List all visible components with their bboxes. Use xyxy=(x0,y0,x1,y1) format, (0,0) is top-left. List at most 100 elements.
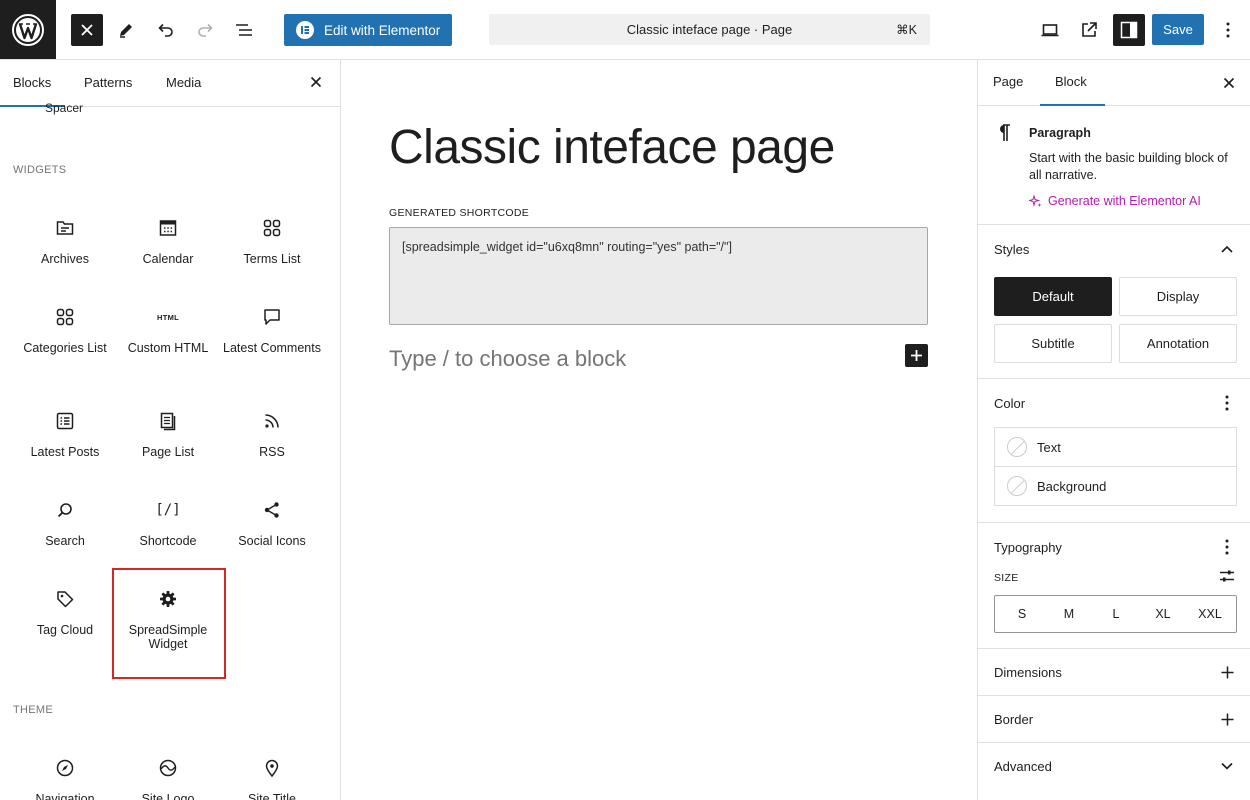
block-item-site-title[interactable]: Site Title xyxy=(220,756,324,800)
block-item-label: Shortcode xyxy=(139,534,197,548)
close-sidebar-button[interactable] xyxy=(1217,71,1241,95)
redo-button[interactable] xyxy=(189,14,221,46)
more-vertical-icon xyxy=(1225,539,1229,555)
block-item-archives[interactable]: Archives xyxy=(13,216,117,266)
block-item-latest-posts[interactable]: Latest Posts xyxy=(13,409,117,459)
style-annotation-button[interactable]: Annotation xyxy=(1119,324,1237,363)
save-button[interactable]: Save xyxy=(1152,14,1204,45)
block-item-label: Navigation xyxy=(35,792,95,800)
typography-options-button[interactable] xyxy=(1218,538,1236,556)
custom-size-button[interactable] xyxy=(1218,567,1236,585)
block-item-navigation[interactable]: Navigation xyxy=(13,756,117,800)
generate-ai-label: Generate with Elementor AI xyxy=(1048,194,1201,208)
close-inserter-x-button[interactable] xyxy=(304,70,328,94)
block-item-label: Site Logo xyxy=(141,792,195,800)
chevron-up-icon[interactable] xyxy=(1218,240,1236,258)
comment-icon xyxy=(260,305,284,329)
block-item-search[interactable]: Search xyxy=(13,498,117,548)
color-panel-title: Color xyxy=(994,396,1026,411)
size-option-l[interactable]: L xyxy=(1096,607,1136,621)
divider xyxy=(978,224,1250,225)
site-logo-icon xyxy=(156,756,180,780)
more-vertical-icon xyxy=(1226,22,1230,38)
block-item-custom-html[interactable]: HTML Custom HTML xyxy=(116,305,220,356)
color-background-label: Background xyxy=(1037,478,1107,494)
widgets-section-title: WIDGETS xyxy=(13,164,67,176)
page-icon xyxy=(156,409,180,433)
size-option-m[interactable]: M xyxy=(1049,607,1089,621)
size-option-xl[interactable]: XL xyxy=(1143,607,1183,621)
settings-toggle-button[interactable] xyxy=(1113,14,1145,46)
document-overview-button[interactable] xyxy=(228,14,260,46)
document-bar[interactable]: Classic inteface page · Page ⌘K xyxy=(489,14,930,45)
block-item-spacer-label[interactable]: Spacer xyxy=(45,101,83,115)
block-item-calendar[interactable]: Calendar xyxy=(116,216,220,266)
tab-block[interactable]: Block xyxy=(1055,74,1087,89)
divider xyxy=(978,648,1250,649)
close-inserter-button[interactable] xyxy=(71,14,103,46)
size-label: SIZE xyxy=(994,572,1019,584)
grid-icon xyxy=(260,216,284,240)
tag-icon xyxy=(53,587,77,611)
highlight-box xyxy=(112,568,226,679)
archive-icon xyxy=(53,216,77,240)
preview-device-button[interactable] xyxy=(1034,14,1066,46)
block-item-label: Latest Posts xyxy=(30,445,100,459)
block-item-categories-list[interactable]: Categories List xyxy=(13,305,117,355)
command-shortcut: ⌘K xyxy=(896,23,917,37)
size-option-s[interactable]: S xyxy=(1002,607,1042,621)
block-item-label: Site Title xyxy=(248,792,296,800)
shortcode-icon: [/] xyxy=(155,502,181,518)
add-block-button[interactable] xyxy=(905,344,928,367)
pencil-icon xyxy=(120,24,132,38)
undo-button[interactable] xyxy=(150,14,182,46)
html-icon: HTML xyxy=(156,312,180,322)
block-item-page-list[interactable]: Page List xyxy=(116,409,220,459)
tab-blocks[interactable]: Blocks xyxy=(13,75,51,90)
generate-ai-link[interactable]: Generate with Elementor AI xyxy=(1029,194,1201,208)
block-placeholder[interactable]: Type / to choose a block xyxy=(389,346,626,372)
block-item-latest-comments[interactable]: Latest Comments xyxy=(220,305,324,355)
tab-media[interactable]: Media xyxy=(166,75,201,90)
style-default-button[interactable]: Default xyxy=(994,277,1112,316)
dimensions-add-button[interactable] xyxy=(1218,663,1236,681)
block-item-social-icons[interactable]: Social Icons xyxy=(220,498,324,548)
color-options-button[interactable] xyxy=(1218,394,1236,412)
block-item-rss[interactable]: RSS xyxy=(220,409,324,459)
divider xyxy=(978,695,1250,696)
shortcode-textarea[interactable]: [spreadsimple_widget id="u6xq8mn" routin… xyxy=(389,227,928,325)
color-text-item[interactable]: Text xyxy=(994,427,1237,467)
advanced-panel-title[interactable]: Advanced xyxy=(994,759,1052,774)
sidebar-tabs: Page Block xyxy=(978,60,1250,106)
sparkle-icon xyxy=(1029,194,1042,207)
close-icon xyxy=(81,24,93,36)
paragraph-icon xyxy=(996,124,1012,142)
view-page-button[interactable] xyxy=(1073,14,1105,46)
block-item-terms-list[interactable]: Terms List xyxy=(220,216,324,266)
color-background-item[interactable]: Background xyxy=(994,466,1237,506)
wordpress-logo-icon[interactable] xyxy=(0,0,56,59)
tab-page[interactable]: Page xyxy=(993,74,1023,89)
edit-with-elementor-button[interactable]: Edit with Elementor xyxy=(284,14,452,46)
block-item-site-logo[interactable]: Site Logo xyxy=(116,756,220,800)
style-display-button[interactable]: Display xyxy=(1119,277,1237,316)
block-item-label: Latest Comments xyxy=(223,341,321,355)
page-title[interactable]: Classic inteface page xyxy=(389,120,835,175)
style-subtitle-button[interactable]: Subtitle xyxy=(994,324,1112,363)
options-menu-button[interactable] xyxy=(1212,14,1244,46)
elementor-icon xyxy=(296,21,314,39)
divider xyxy=(978,742,1250,743)
close-icon xyxy=(1223,77,1235,89)
styles-panel-title[interactable]: Styles xyxy=(994,242,1029,257)
block-item-tag-cloud[interactable]: Tag Cloud xyxy=(13,587,117,637)
block-item-label: Calendar xyxy=(142,252,194,266)
chevron-down-icon[interactable] xyxy=(1218,757,1236,775)
typography-panel-title: Typography xyxy=(994,540,1062,555)
tools-button[interactable] xyxy=(110,14,142,46)
rss-icon xyxy=(260,409,284,433)
tab-patterns[interactable]: Patterns xyxy=(84,75,132,90)
size-option-xxl[interactable]: XXL xyxy=(1190,607,1230,621)
border-add-button[interactable] xyxy=(1218,710,1236,728)
block-item-shortcode[interactable]: [/] Shortcode xyxy=(116,498,220,548)
list-view-icon xyxy=(236,24,252,36)
